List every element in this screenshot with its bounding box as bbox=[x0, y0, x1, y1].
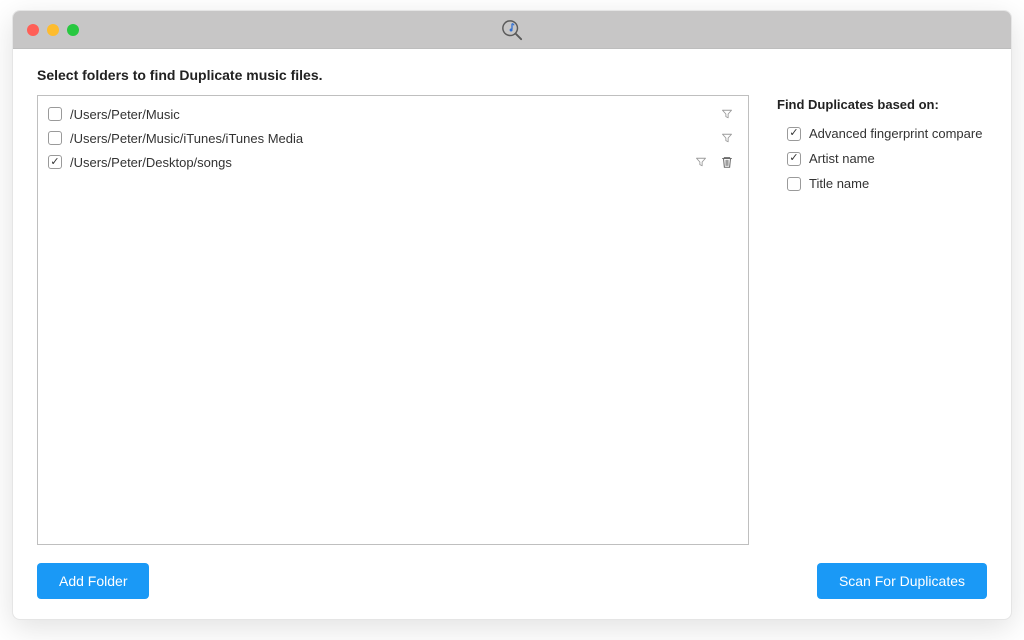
app-window: Select folders to find Duplicate music f… bbox=[12, 10, 1012, 620]
minimize-window-button[interactable] bbox=[47, 24, 59, 36]
folder-path: /Users/Peter/Music/iTunes/iTunes Media bbox=[70, 131, 712, 146]
criteria-option: Title name bbox=[777, 176, 987, 191]
filter-icon[interactable] bbox=[720, 107, 734, 121]
row-actions bbox=[720, 107, 738, 121]
footer: Add Folder Scan For Duplicates bbox=[37, 545, 987, 599]
criteria-checkbox[interactable] bbox=[787, 177, 801, 191]
close-window-button[interactable] bbox=[27, 24, 39, 36]
titlebar-center bbox=[501, 19, 523, 41]
folder-row: /Users/Peter/Desktop/songs bbox=[48, 150, 738, 174]
criteria-heading: Find Duplicates based on: bbox=[777, 97, 987, 112]
criteria-label: Advanced fingerprint compare bbox=[809, 126, 982, 141]
page-heading: Select folders to find Duplicate music f… bbox=[37, 67, 987, 83]
trash-icon[interactable] bbox=[720, 155, 734, 169]
folder-path: /Users/Peter/Desktop/songs bbox=[70, 155, 686, 170]
row-actions bbox=[720, 131, 738, 145]
content-area: Select folders to find Duplicate music f… bbox=[13, 49, 1011, 619]
main-row: /Users/Peter/Music/Users/Peter/Music/iTu… bbox=[37, 95, 987, 545]
criteria-checkbox[interactable] bbox=[787, 127, 801, 141]
criteria-label: Title name bbox=[809, 176, 869, 191]
titlebar bbox=[13, 11, 1011, 49]
criteria-label: Artist name bbox=[809, 151, 875, 166]
criteria-options: Advanced fingerprint compare Artist name T… bbox=[777, 126, 987, 191]
folder-checkbox[interactable] bbox=[48, 155, 62, 169]
music-search-icon bbox=[501, 19, 523, 41]
row-actions bbox=[694, 155, 738, 169]
folder-row: /Users/Peter/Music/iTunes/iTunes Media bbox=[48, 126, 738, 150]
folder-checkbox[interactable] bbox=[48, 107, 62, 121]
folder-list: /Users/Peter/Music/Users/Peter/Music/iTu… bbox=[37, 95, 749, 545]
maximize-window-button[interactable] bbox=[67, 24, 79, 36]
criteria-checkbox[interactable] bbox=[787, 152, 801, 166]
folder-checkbox[interactable] bbox=[48, 131, 62, 145]
filter-icon[interactable] bbox=[694, 155, 708, 169]
folder-path: /Users/Peter/Music bbox=[70, 107, 712, 122]
traffic-lights bbox=[27, 24, 79, 36]
criteria-option: Artist name bbox=[777, 151, 987, 166]
add-folder-button[interactable]: Add Folder bbox=[37, 563, 149, 599]
folder-row: /Users/Peter/Music bbox=[48, 102, 738, 126]
scan-button[interactable]: Scan For Duplicates bbox=[817, 563, 987, 599]
filter-icon[interactable] bbox=[720, 131, 734, 145]
criteria-option: Advanced fingerprint compare bbox=[777, 126, 987, 141]
criteria-panel: Find Duplicates based on: Advanced finge… bbox=[777, 95, 987, 545]
